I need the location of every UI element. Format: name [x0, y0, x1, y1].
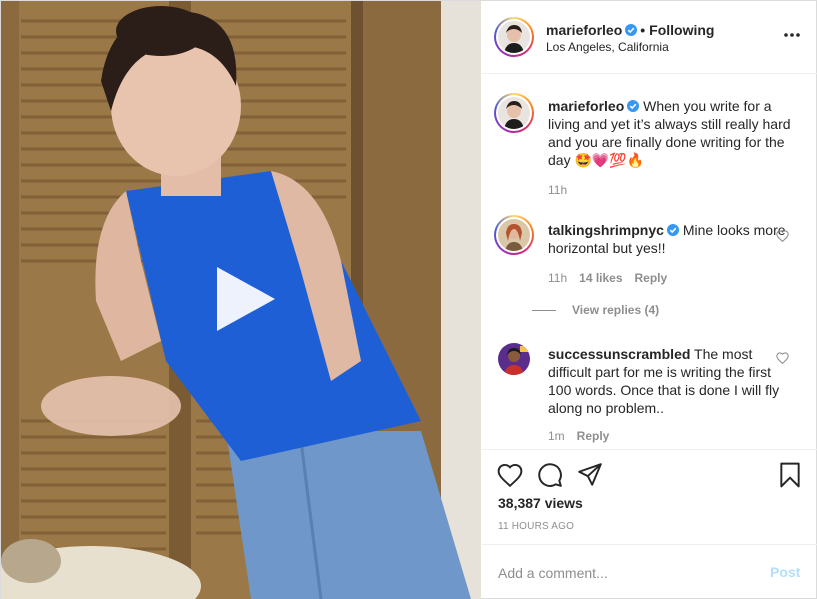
post-sidebar: marieforleo • Following Los Angeles, Calif… — [482, 1, 817, 599]
comment-time[interactable]: 1m — [548, 429, 565, 443]
comment-time[interactable]: 11h — [548, 271, 567, 285]
comment-meta: 11h 14 likes Reply — [548, 271, 667, 285]
comment-username[interactable]: successunscrambled — [548, 346, 690, 362]
instagram-post: marieforleo • Following Los Angeles, Calif… — [0, 0, 817, 599]
verified-badge-icon — [627, 100, 640, 112]
comment-meta: 1m Reply — [548, 429, 609, 443]
bookmark-icon[interactable] — [777, 462, 803, 488]
comment-icon[interactable] — [537, 462, 563, 488]
add-comment-bar: Post — [482, 544, 817, 599]
header-user-line: marieforleo • Following — [546, 22, 714, 38]
replies-divider-line — [532, 310, 556, 312]
verified-badge-icon — [625, 24, 638, 36]
reply-button[interactable]: Reply — [577, 429, 610, 443]
like-comment-heart-icon[interactable] — [776, 352, 789, 364]
comment-input[interactable] — [498, 563, 748, 583]
more-options-icon[interactable] — [782, 25, 802, 45]
reply-button[interactable]: Reply — [635, 271, 668, 285]
post-location[interactable]: Los Angeles, California — [546, 40, 669, 54]
caption-username[interactable]: marieforleo — [548, 98, 624, 114]
caption-meta: 11h — [548, 183, 567, 197]
commenter-avatar-talkingshrimpnyc[interactable] — [494, 215, 534, 255]
comment-item: talkingshrimpnyc Mine looks more horizon… — [548, 221, 794, 257]
action-bar: 38,387 views 11 HOURS AGO — [482, 449, 817, 545]
commenter-avatar-image — [498, 219, 530, 251]
share-icon[interactable] — [577, 462, 603, 488]
play-icon[interactable] — [207, 263, 279, 335]
post-header: marieforleo • Following Los Angeles, Calif… — [482, 1, 817, 74]
comment-likes[interactable]: 14 likes — [579, 271, 622, 285]
comment-item: successunscrambled The most difficult pa… — [548, 345, 794, 417]
author-username[interactable]: marieforleo — [546, 22, 622, 38]
caption: marieforleo When you write for a living … — [548, 97, 794, 169]
caption-avatar-image — [498, 97, 530, 129]
author-avatar[interactable] — [494, 17, 534, 57]
following-button[interactable]: Following — [649, 22, 714, 38]
commenter-avatar-image — [498, 343, 530, 375]
post-comment-button[interactable]: Post — [770, 564, 800, 580]
view-replies-button[interactable]: View replies (4) — [532, 303, 660, 317]
separator-dot: • — [640, 22, 646, 38]
like-comment-heart-icon[interactable] — [776, 230, 789, 242]
view-count[interactable]: 38,387 views — [498, 495, 583, 511]
commenter-avatar-successunscrambled[interactable] — [498, 343, 530, 375]
post-timestamp[interactable]: 11 HOURS AGO — [498, 521, 574, 532]
comment-username[interactable]: talkingshrimpnyc — [548, 222, 664, 238]
caption-time[interactable]: 11h — [548, 183, 567, 197]
verified-badge-icon — [666, 224, 679, 236]
comments-list[interactable]: marieforleo When you write for a living … — [482, 75, 817, 449]
heart-icon[interactable] — [497, 462, 523, 488]
caption-author-avatar[interactable] — [494, 93, 534, 133]
author-avatar-image — [498, 21, 530, 53]
post-video[interactable] — [1, 1, 481, 599]
view-replies-label: View replies (4) — [572, 303, 660, 317]
